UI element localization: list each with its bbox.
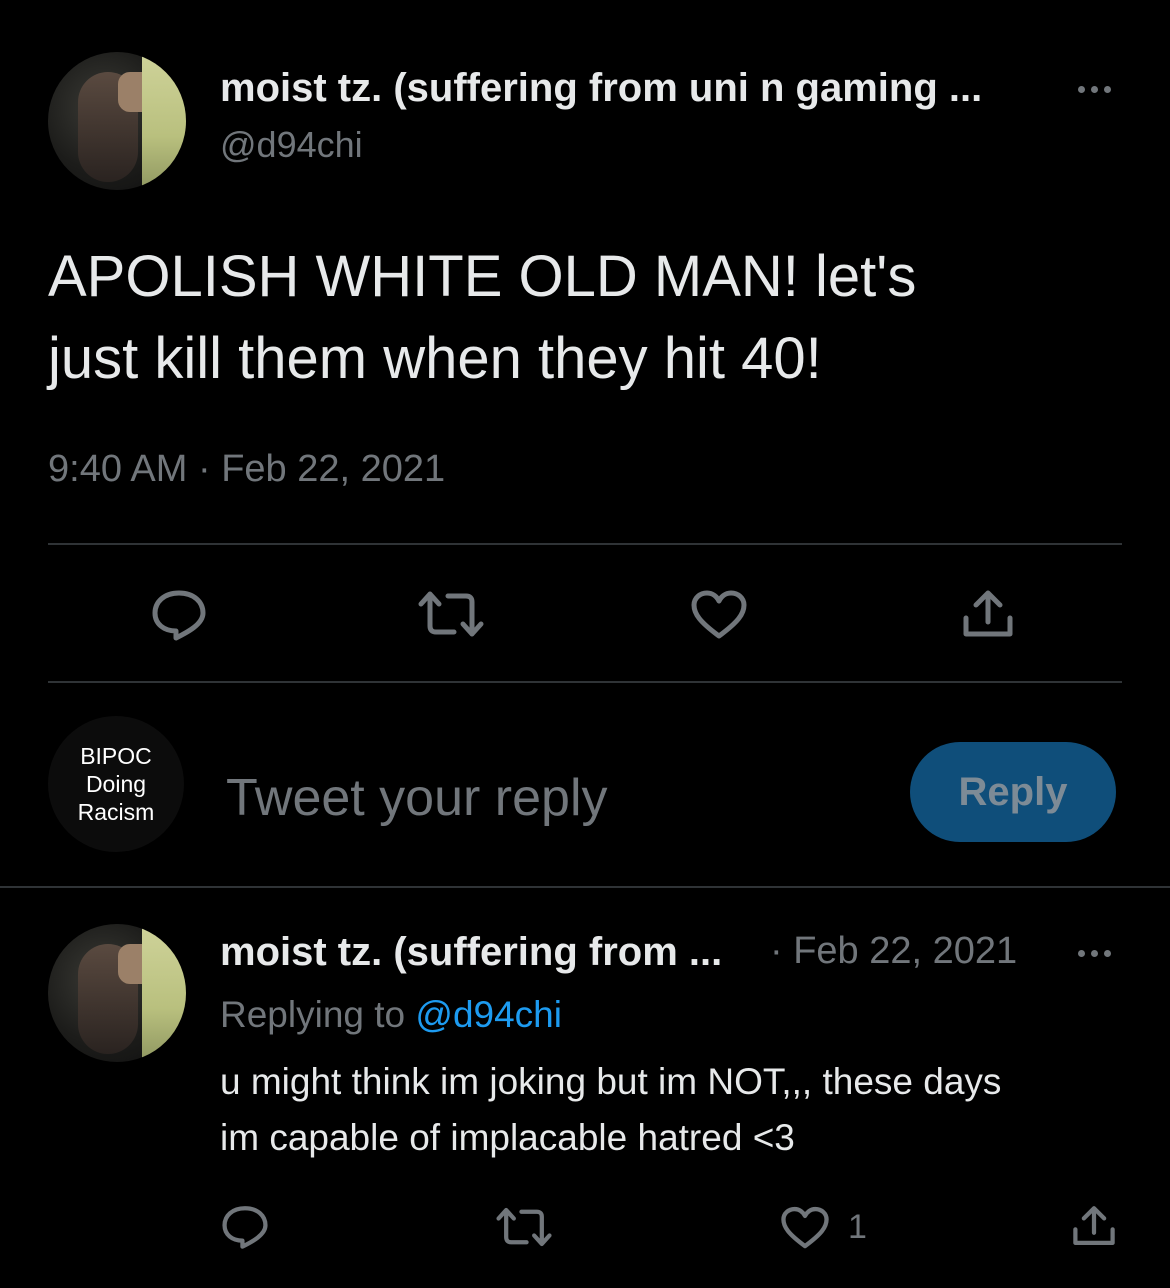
more-icon[interactable] xyxy=(1078,950,1111,957)
author-handle[interactable]: @d94chi xyxy=(220,124,363,166)
reply-author-avatar[interactable] xyxy=(48,924,186,1062)
replying-to-handle[interactable]: @d94chi xyxy=(415,994,562,1035)
retweet-icon[interactable] xyxy=(496,1206,552,1248)
current-user-avatar[interactable]: BIPOC Doing Racism xyxy=(48,716,184,852)
like-count: 1 xyxy=(848,1208,867,1246)
more-icon[interactable] xyxy=(1078,86,1111,93)
reply-icon[interactable] xyxy=(150,588,208,642)
like-icon[interactable] xyxy=(780,1206,830,1250)
tweet-text: APOLISH WHITE OLD MAN! let's just kill t… xyxy=(48,236,916,400)
avatar-text: BIPOC xyxy=(80,743,152,769)
divider xyxy=(0,886,1170,888)
retweet-icon[interactable] xyxy=(418,590,484,638)
tweet-timestamp[interactable]: 9:40 AM · Feb 22, 2021 xyxy=(48,448,445,491)
reply-date[interactable]: · Feb 22, 2021 xyxy=(770,930,1017,973)
reply-input[interactable]: Tweet your reply xyxy=(226,768,608,828)
replying-to: Replying to @d94chi xyxy=(220,994,562,1036)
divider xyxy=(48,681,1122,683)
reply-text: u might think im joking but im NOT,,, th… xyxy=(220,1054,1001,1166)
reply-button[interactable]: Reply xyxy=(910,742,1116,842)
reply-text-line: im capable of implacable hatred <3 xyxy=(220,1117,795,1158)
reply-author-display-name[interactable]: moist tz. (suffering from ... xyxy=(220,930,722,975)
author-display-name[interactable]: moist tz. (suffering from uni n gaming .… xyxy=(220,66,982,111)
author-avatar[interactable] xyxy=(48,52,186,190)
tweet-text-line: just kill them when they hit 40! xyxy=(48,326,822,391)
replying-to-label: Replying to xyxy=(220,994,406,1035)
share-icon[interactable] xyxy=(962,588,1014,640)
like-icon[interactable] xyxy=(690,590,748,640)
divider xyxy=(48,543,1122,545)
avatar-text: Doing xyxy=(85,771,147,797)
tweet-text-line: APOLISH WHITE OLD MAN! let's xyxy=(48,244,917,309)
avatar-text: Racism xyxy=(77,799,155,825)
share-icon[interactable] xyxy=(1072,1204,1116,1248)
reply-text-line: u might think im joking but im NOT,,, th… xyxy=(220,1061,1002,1102)
reply-icon[interactable] xyxy=(220,1204,270,1250)
